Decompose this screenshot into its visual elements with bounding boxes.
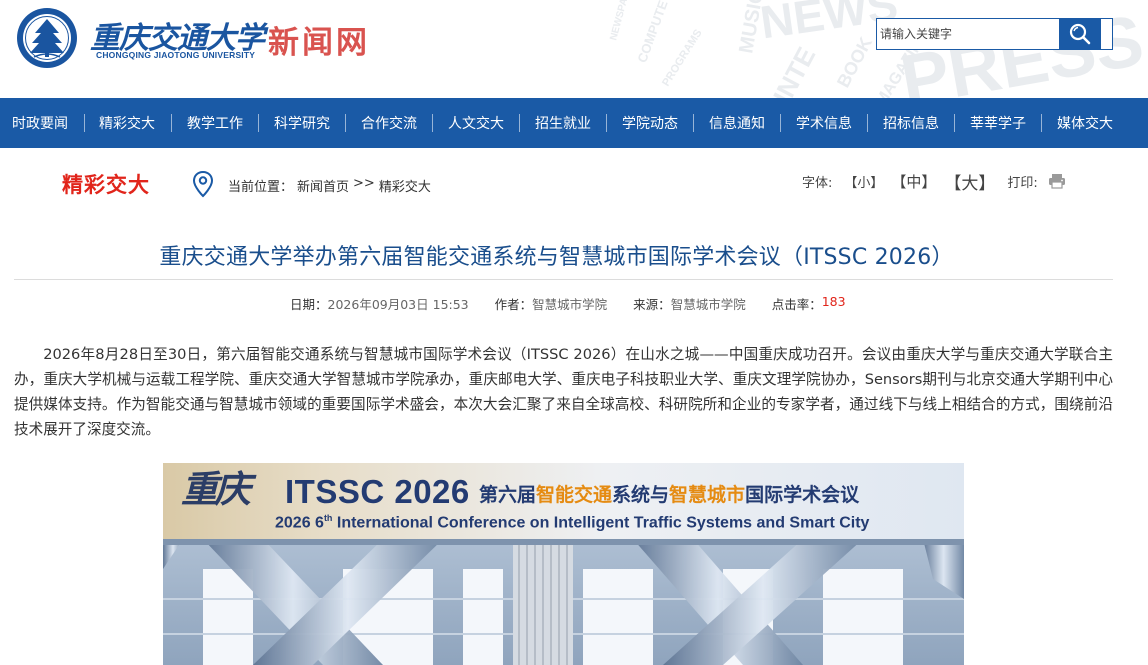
nav-item-students[interactable]: 莘莘学子 xyxy=(955,98,1041,148)
university-name-en: CHONGQING JIAOTONG UNIVERSITY xyxy=(96,50,256,60)
breadcrumb-current-link[interactable]: 精彩交大 xyxy=(379,176,431,195)
banner-cn-highlight: 智慧城市 xyxy=(669,484,746,506)
author-label: 作者： xyxy=(494,297,533,312)
bg-word: COMPUTE xyxy=(634,0,671,65)
breadcrumb-home-link[interactable]: 新闻首页 xyxy=(297,176,349,195)
main-nav: 时政要闻 精彩交大 教学工作 科学研究 合作交流 人文交大 招生就业 学院动态 … xyxy=(0,98,1148,148)
conference-hall-image xyxy=(163,539,964,665)
nav-list: 时政要闻 精彩交大 教学工作 科学研究 合作交流 人文交大 招生就业 学院动态 … xyxy=(0,98,1148,148)
search-button[interactable] xyxy=(1059,19,1101,49)
banner-cn-highlight: 智能交通 xyxy=(536,484,613,506)
date-label: 日期： xyxy=(290,297,328,312)
title-divider xyxy=(14,279,1113,280)
nav-item-teaching[interactable]: 教学工作 xyxy=(172,98,258,148)
publish-date: 2026年09月03日 15:53 xyxy=(327,297,469,312)
source-label: 来源： xyxy=(633,297,671,312)
source-value: 智慧城市学院 xyxy=(670,297,746,312)
bg-word: BOOK xyxy=(833,33,877,91)
site-header: COMPUTE PROGRAMS NEWS BOOK INTE MAGAZINE… xyxy=(0,0,1148,98)
bg-word: PROGRAMS xyxy=(660,27,705,89)
article-paragraph: 2026年8月28日至30日，第六届智能交通系统与智慧城市国际学术会议（ITSS… xyxy=(14,346,1113,438)
search-icon xyxy=(1069,23,1091,45)
conference-banner: 重庆 ITSSC 2026 第六届智能交通系统与智慧城市国际学术会议 2026 … xyxy=(163,463,964,539)
banner-cn-part: 国际学术会议 xyxy=(745,484,860,506)
nav-item-notices[interactable]: 信息通知 xyxy=(694,98,780,148)
font-medium-button[interactable]: 【中】 xyxy=(891,171,936,192)
banner-title: ITSSC 2026 xyxy=(285,473,470,510)
font-large-button[interactable]: 【大】 xyxy=(944,169,995,194)
nav-item-academic[interactable]: 学术信息 xyxy=(781,98,867,148)
banner-cn-part: 系统与 xyxy=(612,484,670,506)
location-pin-icon xyxy=(192,170,214,198)
conference-photo: 重庆 ITSSC 2026 第六届智能交通系统与智慧城市国际学术会议 2026 … xyxy=(163,463,964,665)
nav-item-culture[interactable]: 人文交大 xyxy=(433,98,519,148)
article-title: 重庆交通大学举办第六届智能交通系统与智慧城市国际学术会议（ITSSC 2026） xyxy=(159,245,954,270)
nav-item-research[interactable]: 科学研究 xyxy=(259,98,345,148)
hits-count: 183 xyxy=(821,294,846,309)
banner-cn-title: 第六届智能交通系统与智慧城市国际学术会议 xyxy=(479,480,859,507)
nav-item-highlights[interactable]: 精彩交大 xyxy=(85,98,171,148)
nav-item-news[interactable]: 时政要闻 xyxy=(0,98,84,148)
breadcrumb-separator: >> xyxy=(353,176,375,191)
printer-icon[interactable] xyxy=(1048,173,1066,189)
banner-en-part: International Conference on Intelligent … xyxy=(332,514,870,532)
breadcrumb-prefix: 当前位置： xyxy=(228,180,294,195)
site-name[interactable]: 新闻网 xyxy=(268,17,370,62)
article-meta: 日期： 2026年09月03日 15:53 作者： 智慧城市学院 来源： 智慧城… xyxy=(290,294,846,313)
banner-city-calligraphy: 重庆 xyxy=(181,467,251,511)
banner-en-title: 2026 6th International Conference on Int… xyxy=(275,513,869,532)
author-value: 智慧城市学院 xyxy=(532,297,608,312)
search-input[interactable] xyxy=(877,19,1059,49)
banner-en-part: 2026 6 xyxy=(275,514,324,532)
font-small-button[interactable]: 【小】 xyxy=(844,172,883,191)
hits-label: 点击率： xyxy=(771,297,822,312)
nav-item-media[interactable]: 媒体交大 xyxy=(1042,98,1113,148)
font-size-label: 字体: xyxy=(802,175,833,191)
section-title: 精彩交大 xyxy=(62,173,150,197)
nav-item-admissions[interactable]: 招生就业 xyxy=(520,98,606,148)
bg-word: NEWSPAPER xyxy=(608,0,636,42)
nav-item-cooperation[interactable]: 合作交流 xyxy=(346,98,432,148)
search-box xyxy=(876,18,1113,50)
nav-item-college-news[interactable]: 学院动态 xyxy=(607,98,693,148)
banner-cn-part: 第六届 xyxy=(479,484,537,506)
article-tools: 字体: 【小】 【中】 【大】 打印: xyxy=(802,169,1066,194)
print-label: 打印: xyxy=(1007,175,1038,191)
nav-item-tenders[interactable]: 招标信息 xyxy=(868,98,954,148)
bg-word: INTE xyxy=(767,42,822,98)
breadcrumb: 当前位置： 新闻首页 >> 精彩交大 xyxy=(228,176,431,195)
university-seal-logo[interactable] xyxy=(16,7,78,69)
